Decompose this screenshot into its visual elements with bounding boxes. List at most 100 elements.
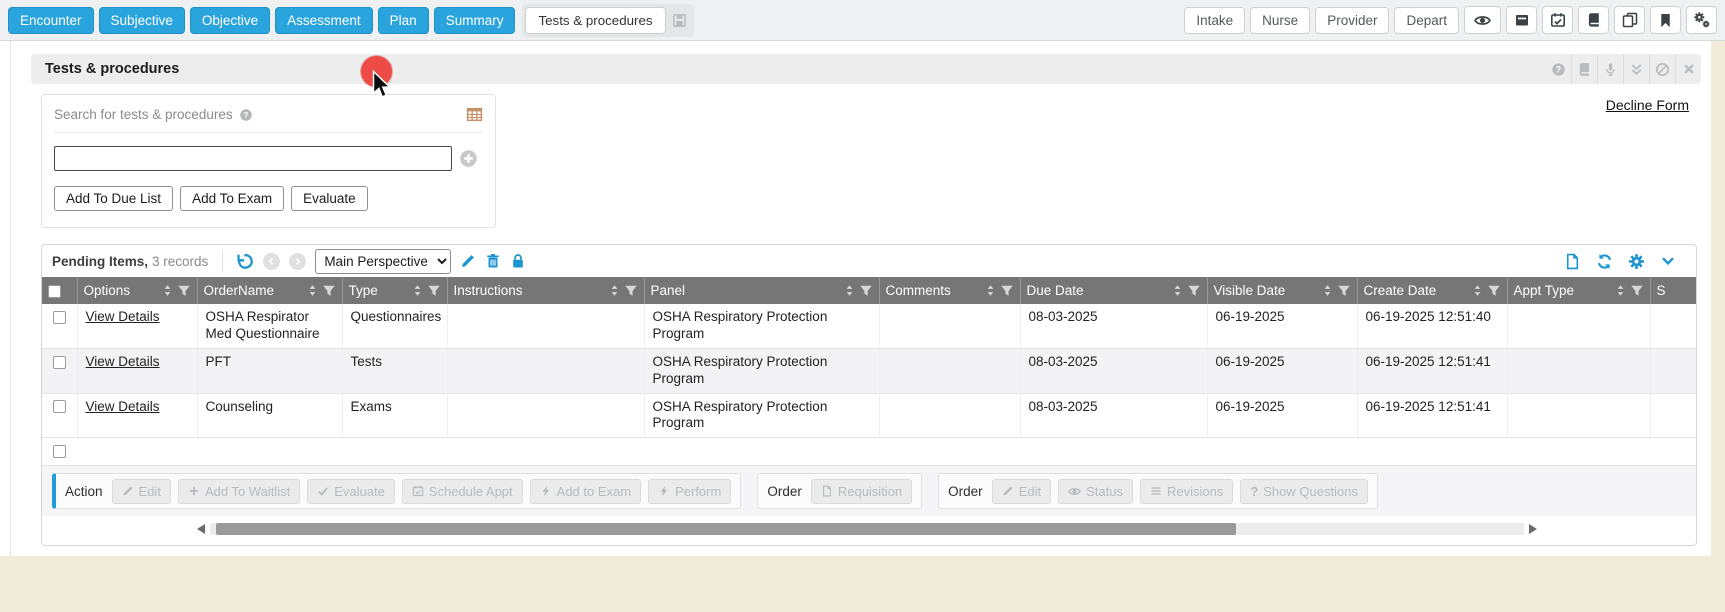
view-details-link[interactable]: View Details xyxy=(86,399,160,414)
settings-button[interactable] xyxy=(1686,6,1717,34)
sort-icon[interactable] xyxy=(1321,284,1334,297)
sort-icon[interactable] xyxy=(161,284,174,297)
intake-button[interactable]: Intake xyxy=(1184,7,1245,34)
empty-row xyxy=(42,438,1697,466)
edit-perspective-pencil-icon[interactable] xyxy=(460,253,476,269)
page-body: Tests & procedures Search for tests & pr… xyxy=(0,41,1725,612)
add-plus-icon[interactable] xyxy=(459,149,478,168)
eye-button[interactable] xyxy=(1464,6,1501,34)
depart-button[interactable]: Depart xyxy=(1394,7,1459,34)
order-edit-button[interactable]: Edit xyxy=(992,479,1051,504)
order-group: Order Edit Status Revisions ?Show Questi… xyxy=(938,473,1378,509)
row-checkbox[interactable] xyxy=(53,356,66,369)
search-input[interactable] xyxy=(54,146,452,171)
tab-plan[interactable]: Plan xyxy=(378,7,429,34)
scrollbar-track[interactable] xyxy=(210,523,1524,535)
filter-icon[interactable] xyxy=(427,284,441,298)
provider-button[interactable]: Provider xyxy=(1315,7,1389,34)
scroll-left-arrow[interactable] xyxy=(197,524,205,534)
grid-settings-gear-icon[interactable] xyxy=(1628,253,1645,270)
book-icon[interactable] xyxy=(1571,54,1597,84)
status-button[interactable]: Status xyxy=(1058,479,1133,504)
sort-icon[interactable] xyxy=(411,284,424,297)
perform-button[interactable]: Perform xyxy=(648,479,731,504)
add-to-exam-action-button[interactable]: Add to Exam xyxy=(530,479,641,504)
row-checkbox[interactable] xyxy=(53,311,66,324)
decline-form-link[interactable]: Decline Form xyxy=(1606,97,1689,113)
edit-button[interactable]: Edit xyxy=(112,479,171,504)
filter-icon[interactable] xyxy=(1187,284,1201,298)
table-row: View Details Counseling Exams OSHA Respi… xyxy=(42,393,1697,438)
collapse-double-chevron-icon[interactable] xyxy=(1623,54,1649,84)
new-document-icon[interactable] xyxy=(1564,253,1581,270)
view-details-link[interactable]: View Details xyxy=(86,309,160,324)
tab-summary[interactable]: Summary xyxy=(434,7,516,34)
sort-icon[interactable] xyxy=(1171,284,1184,297)
add-to-exam-button[interactable]: Add To Exam xyxy=(180,186,284,211)
cell-create-date: 06-19-2025 12:51:40 xyxy=(1357,304,1507,348)
top-toolbar: Encounter Subjective Objective Assessmen… xyxy=(0,0,1725,41)
filter-icon[interactable] xyxy=(624,284,638,298)
tab-encounter[interactable]: Encounter xyxy=(8,7,94,34)
scrollbar-thumb[interactable] xyxy=(216,523,1236,535)
collapse-chevron-down-icon[interactable] xyxy=(1660,253,1676,269)
sort-icon[interactable] xyxy=(608,284,621,297)
revisions-button[interactable]: Revisions xyxy=(1140,479,1233,504)
schedule-button[interactable] xyxy=(1542,6,1573,34)
search-help-icon[interactable] xyxy=(239,108,253,122)
lock-icon[interactable] xyxy=(510,253,526,269)
evaluate-button[interactable]: Evaluate xyxy=(291,186,368,211)
undo-icon[interactable] xyxy=(235,252,254,271)
row-checkbox[interactable] xyxy=(53,445,66,458)
filter-icon[interactable] xyxy=(1337,284,1351,298)
requisition-button[interactable]: Requisition xyxy=(811,479,912,504)
perspective-select[interactable]: Main Perspective xyxy=(315,249,451,274)
nurse-button[interactable]: Nurse xyxy=(1250,7,1310,34)
bookmark-button[interactable] xyxy=(1650,6,1681,34)
refresh-icon[interactable] xyxy=(1596,253,1613,270)
chart-book-button[interactable] xyxy=(1578,6,1609,34)
show-questions-button[interactable]: ?Show Questions xyxy=(1240,479,1368,504)
filter-icon[interactable] xyxy=(1630,284,1644,298)
col-visible-date: Visible Date xyxy=(1214,283,1286,298)
scroll-right-arrow[interactable] xyxy=(1529,524,1537,534)
filter-icon[interactable] xyxy=(1000,284,1014,298)
records-count: 3 records xyxy=(152,254,208,269)
gears-icon xyxy=(1693,11,1711,29)
delete-trash-icon[interactable] xyxy=(485,253,501,269)
sort-icon[interactable] xyxy=(984,284,997,297)
table-grid-icon[interactable] xyxy=(466,106,483,123)
microphone-icon[interactable] xyxy=(1597,54,1623,84)
sort-icon[interactable] xyxy=(306,284,319,297)
sort-icon[interactable] xyxy=(1471,284,1484,297)
sort-icon[interactable] xyxy=(843,284,856,297)
schedule-appt-button[interactable]: Schedule Appt xyxy=(402,479,523,504)
filter-icon[interactable] xyxy=(1487,284,1501,298)
filter-icon[interactable] xyxy=(859,284,873,298)
decline-block-icon[interactable] xyxy=(1649,54,1675,84)
group-label: Order xyxy=(767,484,802,499)
file-icon xyxy=(821,485,833,497)
tab-assessment[interactable]: Assessment xyxy=(275,7,373,34)
next-perspective-icon[interactable] xyxy=(289,253,306,270)
archive-button[interactable] xyxy=(1506,6,1537,34)
table-row: View Details OSHA Respirator Med Questio… xyxy=(42,304,1697,348)
copy-button[interactable] xyxy=(1614,6,1645,34)
evaluate-action-button[interactable]: Evaluate xyxy=(307,479,395,504)
select-all-checkbox[interactable] xyxy=(48,285,61,298)
help-icon[interactable] xyxy=(1545,54,1571,84)
tab-objective[interactable]: Objective xyxy=(190,7,270,34)
cell-comments xyxy=(879,393,1020,438)
view-details-link[interactable]: View Details xyxy=(86,354,160,369)
filter-icon[interactable] xyxy=(322,284,336,298)
add-to-waitlist-button[interactable]: Add To Waitlist xyxy=(178,479,300,504)
copy-icon xyxy=(1622,12,1638,28)
prev-perspective-icon[interactable] xyxy=(263,253,280,270)
sort-icon[interactable] xyxy=(1614,284,1627,297)
tab-tests-procedures[interactable]: Tests & procedures xyxy=(525,7,665,34)
tab-subjective[interactable]: Subjective xyxy=(99,7,185,34)
filter-icon[interactable] xyxy=(177,284,191,298)
row-checkbox[interactable] xyxy=(53,400,66,413)
add-to-due-list-button[interactable]: Add To Due List xyxy=(54,186,173,211)
close-icon[interactable] xyxy=(1675,54,1701,84)
